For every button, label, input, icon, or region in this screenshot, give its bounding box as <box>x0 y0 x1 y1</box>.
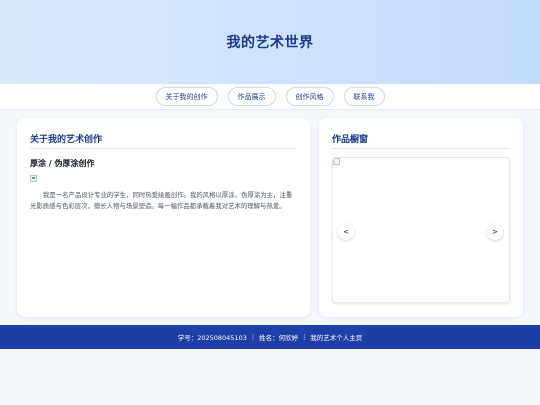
about-subtitle: 厚涂 / 伪厚涂创作 <box>30 159 95 168</box>
footer-site-name: 我的艺术个人主页 <box>310 334 363 342</box>
carousel-next-button[interactable]: > <box>487 224 503 240</box>
hero-banner: 我的艺术世界 <box>0 0 540 84</box>
broken-image-icon <box>30 175 37 182</box>
showcase-divider <box>332 148 510 149</box>
nav-item-about[interactable]: 关于我的创作 <box>155 87 218 106</box>
about-title: 关于我的艺术创作 <box>30 135 103 145</box>
page-footer: 学号：202508045103 | 姓名：何欣婷 | 我的艺术个人主页 <box>0 325 540 349</box>
footer-student-id: 学号：202508045103 <box>177 334 247 342</box>
footer-separator: | <box>303 333 306 341</box>
about-card: 关于我的艺术创作 厚涂 / 伪厚涂创作 我是一名产品设计专业的学生，同时热爱绘画… <box>17 118 310 317</box>
footer-name: 姓名：何欣婷 <box>259 334 299 342</box>
site-title: 我的艺术世界 <box>226 35 314 51</box>
showcase-carousel: < > <box>332 157 510 303</box>
about-bio: 我是一名产品设计专业的学生，同时热爱绘画创作。我的风格以厚涂、伪厚涂为主，注重光… <box>30 191 293 210</box>
showcase-title: 作品橱窗 <box>332 135 369 145</box>
main-nav: 关于我的创作 作品展示 创作风格 联系我 <box>0 84 540 110</box>
nav-item-style[interactable]: 创作风格 <box>285 87 334 106</box>
nav-item-gallery[interactable]: 作品展示 <box>227 87 276 106</box>
footer-separator: | <box>251 333 255 341</box>
broken-image-icon <box>333 158 340 165</box>
showcase-card: 作品橱窗 < > <box>319 118 523 317</box>
nav-item-contact[interactable]: 联系我 <box>343 87 385 106</box>
carousel-prev-button[interactable]: < <box>338 224 354 240</box>
about-divider <box>30 148 297 149</box>
